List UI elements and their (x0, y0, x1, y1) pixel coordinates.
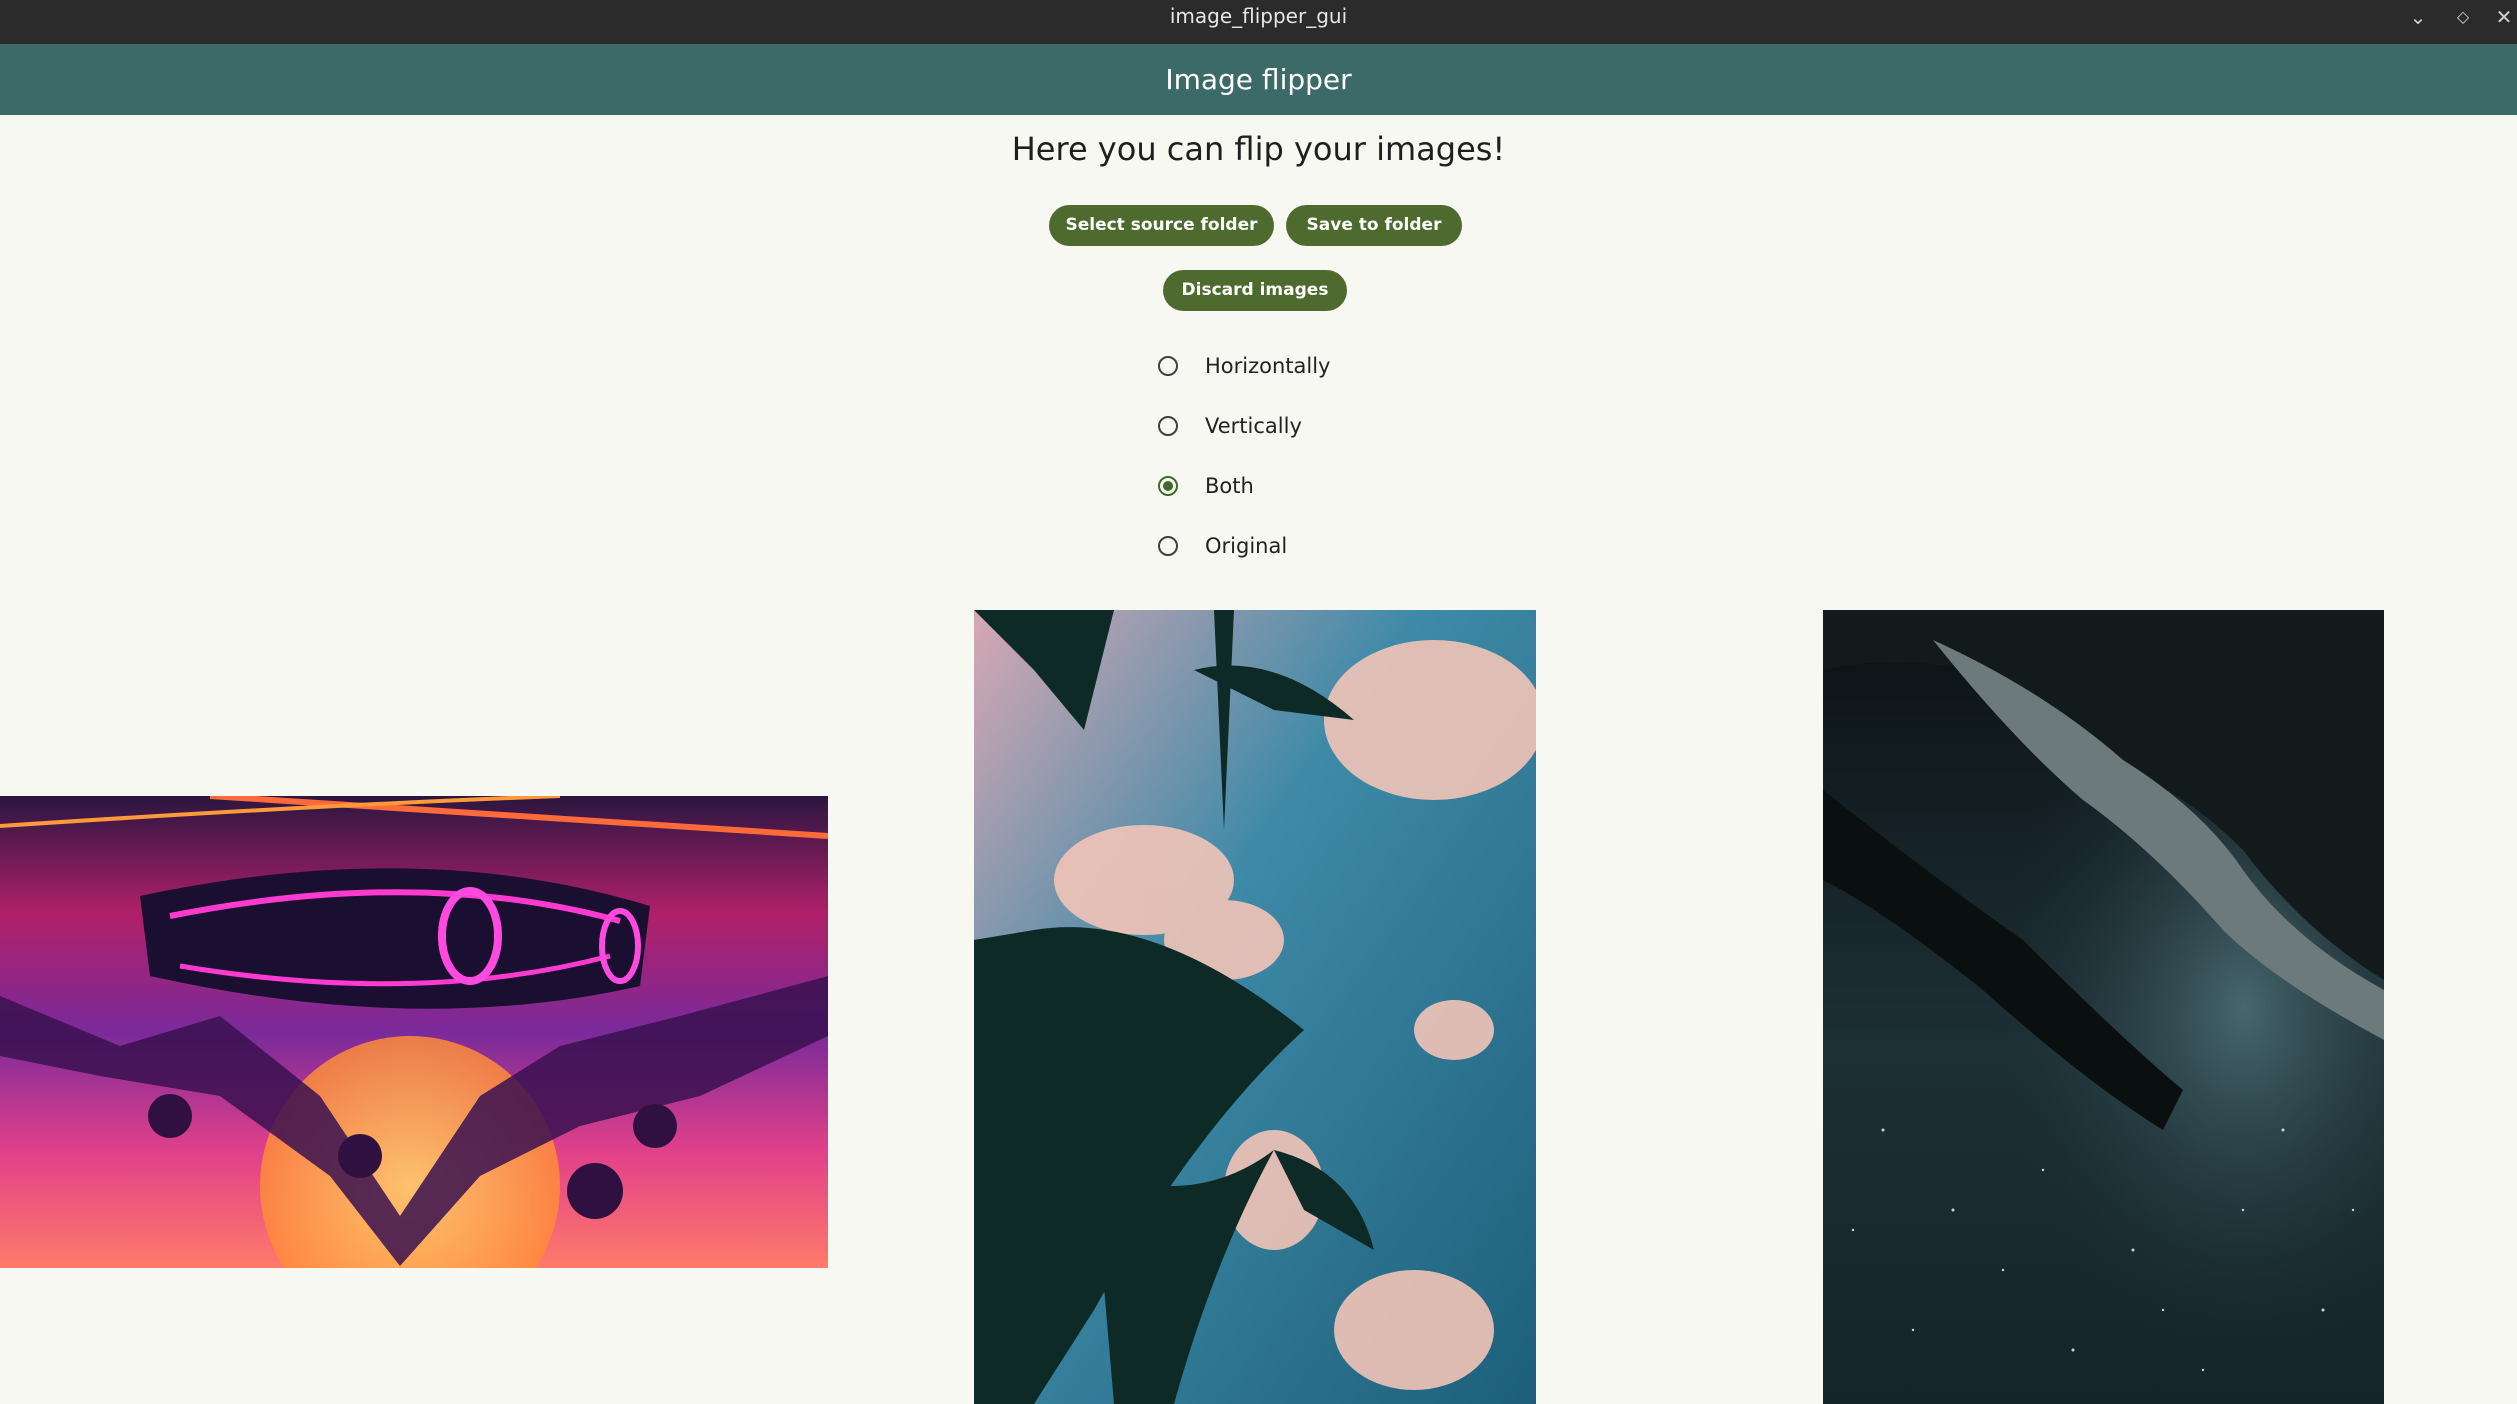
radio-label[interactable]: Horizontally (1205, 348, 1331, 384)
close-icon[interactable]: ✕ (2489, 4, 2517, 30)
flipped-image-palm-trees (974, 610, 1536, 1404)
radio-label[interactable]: Original (1205, 528, 1287, 564)
radio-original[interactable]: Original (1156, 528, 1416, 568)
radio-vertically[interactable]: Vertically (1156, 408, 1416, 448)
flipped-image-mountain-stars (1823, 610, 2384, 1404)
radio-button[interactable] (1158, 536, 1178, 556)
radio-selected-dot (1163, 481, 1173, 491)
radio-button-selected[interactable] (1158, 476, 1178, 496)
diamond-icon[interactable]: ◇ (2448, 4, 2478, 30)
flipped-image-synthwave-car (0, 796, 828, 1268)
radio-button[interactable] (1158, 356, 1178, 376)
radio-label[interactable]: Both (1205, 468, 1254, 504)
save-to-folder-button[interactable]: Save to folder (1286, 205, 1462, 246)
radio-button[interactable] (1158, 416, 1178, 436)
app-title: Image flipper (1165, 63, 1352, 96)
select-source-folder-button[interactable]: Select source folder (1049, 205, 1274, 246)
app-bar: Image flipper (0, 44, 2517, 115)
radio-horizontally[interactable]: Horizontally (1156, 348, 1416, 388)
window-title: image_flipper_gui (1169, 4, 1348, 28)
page-heading: Here you can flip your images! (1011, 130, 1506, 168)
chevron-down-icon[interactable]: ⌄ (2403, 4, 2433, 30)
discard-images-button[interactable]: Discard images (1163, 270, 1347, 311)
window-titlebar: image_flipper_gui ⌄ ◇ ✕ (0, 0, 2517, 44)
radio-label[interactable]: Vertically (1205, 408, 1302, 444)
radio-both[interactable]: Both (1156, 468, 1416, 508)
